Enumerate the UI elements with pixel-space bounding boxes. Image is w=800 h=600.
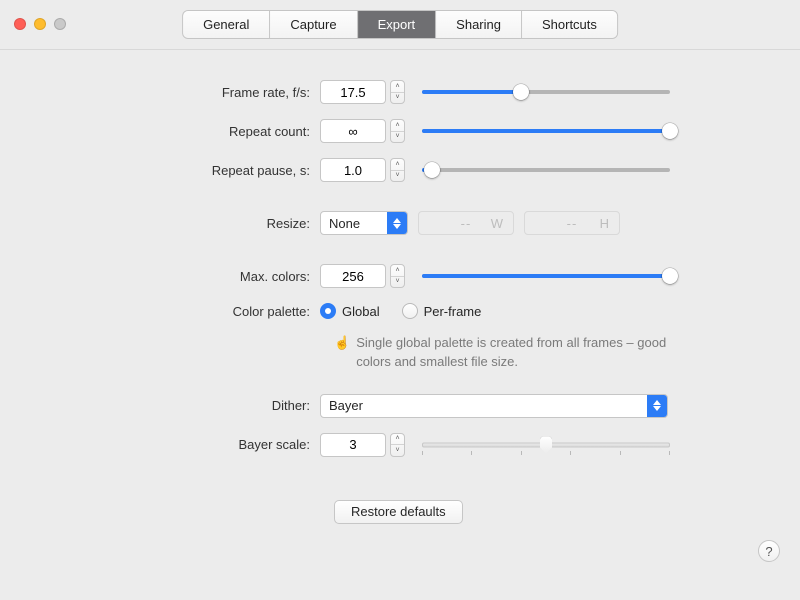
- repeat-pause-label: Repeat pause, s:: [0, 163, 320, 178]
- export-form: Frame rate, f/s: ˄ ˅ Repeat count: ˄ ˅: [0, 50, 800, 524]
- palette-perframe-radio[interactable]: Per-frame: [402, 303, 482, 319]
- repeat-pause-stepper-buttons[interactable]: ˄ ˅: [390, 158, 405, 182]
- stepper-down-icon[interactable]: ˅: [391, 132, 404, 143]
- stepper-up-icon[interactable]: ˄: [391, 265, 404, 277]
- bayer-scale-stepper-buttons[interactable]: ˄ ˅: [390, 433, 405, 457]
- tab-sharing[interactable]: Sharing: [436, 11, 522, 38]
- resize-width-field: -- W: [418, 211, 514, 235]
- radio-icon: [320, 303, 336, 319]
- close-window-button[interactable]: [14, 18, 26, 30]
- resize-label: Resize:: [0, 216, 320, 231]
- frame-rate-slider[interactable]: [422, 80, 670, 104]
- resize-value: None: [321, 216, 387, 231]
- repeat-pause-slider[interactable]: [422, 158, 670, 182]
- palette-hint-text: Single global palette is created from al…: [356, 334, 694, 372]
- repeat-count-stepper[interactable]: ˄ ˅: [320, 119, 408, 143]
- palette-label: Color palette:: [0, 304, 320, 319]
- titlebar: General Capture Export Sharing Shortcuts: [0, 0, 800, 50]
- repeat-count-label: Repeat count:: [0, 124, 320, 139]
- frame-rate-stepper[interactable]: ˄ ˅: [320, 80, 408, 104]
- bayer-scale-slider[interactable]: [422, 433, 670, 457]
- max-colors-stepper[interactable]: ˄ ˅: [320, 264, 408, 288]
- palette-global-label: Global: [342, 304, 380, 319]
- palette-perframe-label: Per-frame: [424, 304, 482, 319]
- max-colors-slider[interactable]: [422, 264, 670, 288]
- max-colors-field[interactable]: [320, 264, 386, 288]
- stepper-up-icon[interactable]: ˄: [391, 81, 404, 93]
- repeat-count-slider[interactable]: [422, 119, 670, 143]
- repeat-pause-stepper[interactable]: ˄ ˅: [320, 158, 408, 182]
- popup-arrows-icon: [647, 395, 667, 417]
- minimize-window-button[interactable]: [34, 18, 46, 30]
- popup-arrows-icon: [387, 212, 407, 234]
- repeat-count-stepper-buttons[interactable]: ˄ ˅: [390, 119, 405, 143]
- dither-label: Dither:: [0, 398, 320, 413]
- dither-value: Bayer: [321, 398, 647, 413]
- tab-general[interactable]: General: [183, 11, 270, 38]
- max-colors-stepper-buttons[interactable]: ˄ ˅: [390, 264, 405, 288]
- stepper-down-icon[interactable]: ˅: [391, 277, 404, 288]
- repeat-count-field[interactable]: [320, 119, 386, 143]
- height-suffix: H: [600, 216, 609, 231]
- restore-defaults-button[interactable]: Restore defaults: [334, 500, 463, 524]
- stepper-up-icon[interactable]: ˄: [391, 120, 404, 132]
- tab-export[interactable]: Export: [358, 11, 437, 38]
- frame-rate-label: Frame rate, f/s:: [0, 85, 320, 100]
- tab-shortcuts[interactable]: Shortcuts: [522, 11, 617, 38]
- stepper-down-icon[interactable]: ˅: [391, 171, 404, 182]
- dither-popup[interactable]: Bayer: [320, 394, 668, 418]
- tab-bar: General Capture Export Sharing Shortcuts: [183, 11, 617, 38]
- stepper-up-icon[interactable]: ˄: [391, 159, 404, 171]
- stepper-up-icon[interactable]: ˄: [391, 434, 404, 446]
- palette-hint: ☝️ Single global palette is created from…: [334, 334, 694, 372]
- tab-capture[interactable]: Capture: [270, 11, 357, 38]
- radio-icon: [402, 303, 418, 319]
- frame-rate-field[interactable]: [320, 80, 386, 104]
- help-button[interactable]: ?: [758, 540, 780, 562]
- zoom-window-button[interactable]: [54, 18, 66, 30]
- stepper-down-icon[interactable]: ˅: [391, 445, 404, 456]
- frame-rate-stepper-buttons[interactable]: ˄ ˅: [390, 80, 405, 104]
- bayer-scale-label: Bayer scale:: [0, 437, 320, 452]
- window-controls: [14, 18, 66, 30]
- repeat-pause-field[interactable]: [320, 158, 386, 182]
- resize-height-field: -- H: [524, 211, 620, 235]
- pointing-up-icon: ☝️: [334, 334, 350, 372]
- palette-global-radio[interactable]: Global: [320, 303, 380, 319]
- bayer-scale-stepper[interactable]: ˄ ˅: [320, 433, 408, 457]
- max-colors-label: Max. colors:: [0, 269, 320, 284]
- stepper-down-icon[interactable]: ˅: [391, 93, 404, 104]
- bayer-scale-field[interactable]: [320, 433, 386, 457]
- width-suffix: W: [491, 216, 503, 231]
- resize-popup[interactable]: None: [320, 211, 408, 235]
